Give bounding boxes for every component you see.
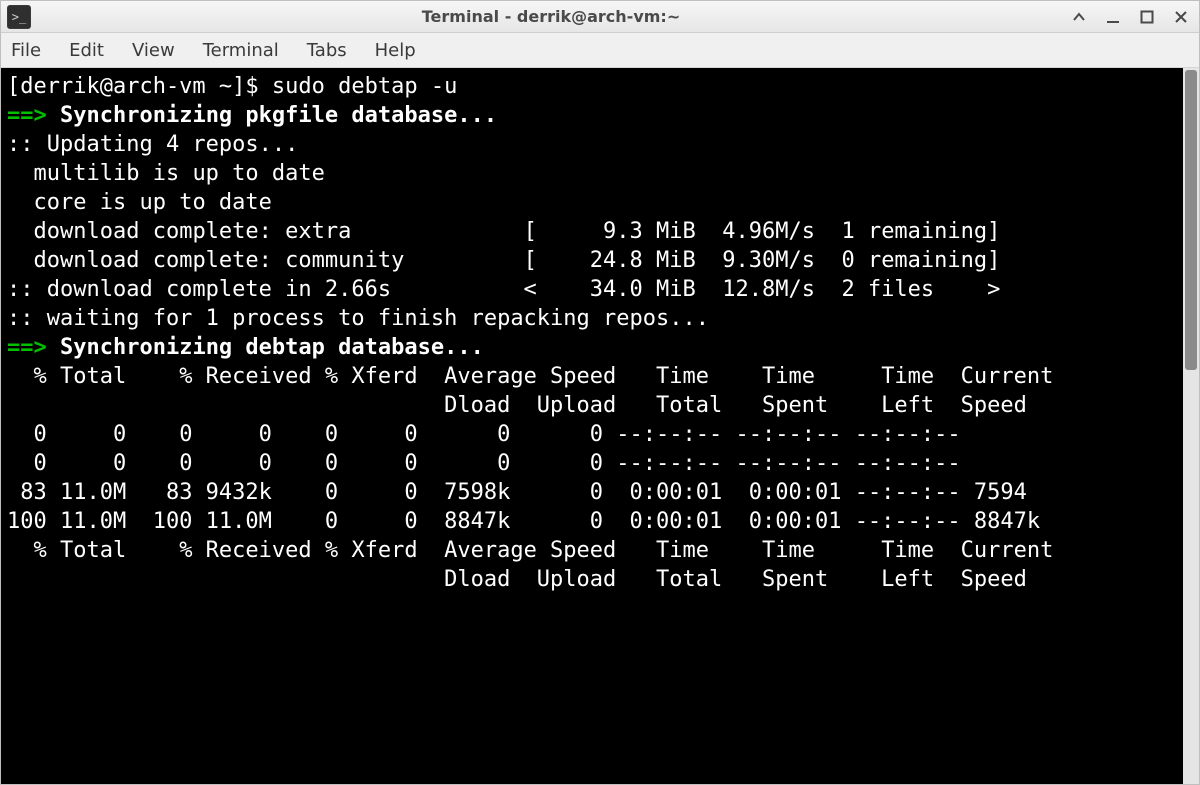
output-line: download complete: extra [ 9.3 MiB 4.96M… [7,217,1183,246]
output-line: 100 11.0M 100 11.0M 0 0 8847k 0 0:00:01 … [7,507,1183,536]
terminal-window: >_ Terminal - derrik@arch-vm:~ File Edit… [0,0,1200,785]
window-controls [1071,9,1193,25]
prompt: [derrik@arch-vm ~]$ [7,74,272,99]
menu-help[interactable]: Help [375,40,416,61]
output-line: 83 11.0M 83 9432k 0 0 7598k 0 0:00:01 0:… [7,478,1183,507]
menu-edit[interactable]: Edit [69,40,104,61]
output-line: Dload Upload Total Spent Left Speed [7,565,1183,594]
titlebar: >_ Terminal - derrik@arch-vm:~ [1,1,1199,33]
output-line: % Total % Received % Xferd Average Speed… [7,362,1183,391]
output-line: % Total % Received % Xferd Average Speed… [7,536,1183,565]
output-line: :: Updating 4 repos... [7,130,1183,159]
terminal-app-icon: >_ [7,5,31,29]
menu-file[interactable]: File [11,40,41,61]
menu-view[interactable]: View [132,40,175,61]
command: sudo debtap -u [272,74,457,99]
output-line: :: download complete in 2.66s < 34.0 MiB… [7,275,1183,304]
output-line: 0 0 0 0 0 0 0 0 --:--:-- --:--:-- --:--:… [7,449,1183,478]
minimize-button[interactable] [1105,9,1121,25]
maximize-button[interactable] [1139,9,1155,25]
terminal-output[interactable]: [derrik@arch-vm ~]$ sudo debtap -u ==> Sy… [1,68,1183,784]
rollup-button[interactable] [1071,9,1087,25]
arrow-icon: ==> [7,335,47,360]
sync-debtap-heading: Synchronizing debtap database... [47,335,484,360]
menubar: File Edit View Terminal Tabs Help [1,33,1199,68]
close-button[interactable] [1173,9,1189,25]
minimize-icon [1106,10,1120,24]
close-icon [1174,10,1188,24]
menu-terminal[interactable]: Terminal [203,40,279,61]
terminal-body: [derrik@arch-vm ~]$ sudo debtap -u ==> Sy… [1,68,1199,784]
output-line: :: waiting for 1 process to finish repac… [7,304,1183,333]
output-line: core is up to date [7,188,1183,217]
output-line: Dload Upload Total Spent Left Speed [7,391,1183,420]
chevron-up-icon [1072,10,1086,24]
menu-tabs[interactable]: Tabs [307,40,347,61]
output-line: download complete: community [ 24.8 MiB … [7,246,1183,275]
maximize-icon [1140,10,1154,24]
scrollbar[interactable] [1183,68,1199,784]
scrollbar-thumb[interactable] [1185,70,1197,370]
output-line: multilib is up to date [7,159,1183,188]
sync-pkgfile-heading: Synchronizing pkgfile database... [47,103,497,128]
window-title: Terminal - derrik@arch-vm:~ [37,7,1065,26]
output-line: 0 0 0 0 0 0 0 0 --:--:-- --:--:-- --:--:… [7,420,1183,449]
arrow-icon: ==> [7,103,47,128]
